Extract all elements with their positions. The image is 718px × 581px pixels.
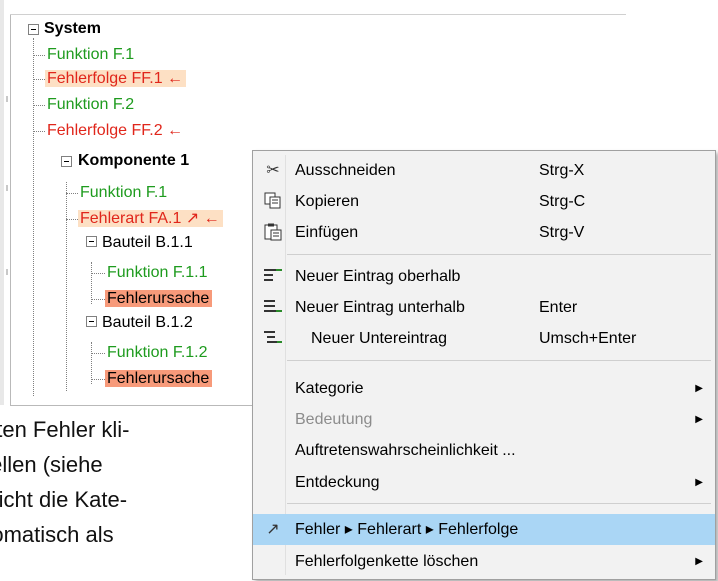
submenu-arrow-icon: ▶ [695,414,703,425]
link-arrow-icon: ↗ [266,521,280,538]
menu-item-occurrence[interactable]: Auftretenswahrscheinlichkeit ... [253,435,715,466]
menu-item-category[interactable]: Kategorie ▶ [253,373,715,404]
tree-node-part[interactable]: Bauteil B.1.1 [100,232,196,254]
menu-item-new-entry-above[interactable]: Neuer Eintrag oberhalb [253,261,715,292]
tree-node-failure-cause[interactable]: Fehlerursache [105,368,213,390]
insert-below-icon [263,298,283,318]
menu-item-severity[interactable]: Bedeutung ▶ [253,404,715,435]
text-line: utomatisch als [0,522,114,547]
tree-node-function[interactable]: Funktion F.2 [45,94,137,116]
submenu-arrow-icon: ▶ [695,383,703,394]
menu-separator [287,503,711,504]
menu-item-paste[interactable]: Einfügen Strg-V [253,217,715,248]
menu-item-delete-failure-chain[interactable]: Fehlerfolgenkette löschen ▶ [253,546,715,577]
menu-separator [287,254,711,255]
tree-node-failure-mode[interactable]: Fehlerart FA.1 ↗ ← [78,208,223,230]
submenu-arrow-icon: ▶ [695,477,703,488]
text-line: stellen (siehe [0,452,103,477]
menu-item-new-entry-below[interactable]: Neuer Eintrag unterhalb Enter [253,292,715,323]
context-menu: ✂ Ausschneiden Strg-X Kopieren Strg-C Ei… [252,150,716,580]
paste-icon [263,223,283,243]
tree-node-failure-effect[interactable]: Fehlerfolge FF.2 ← [45,120,186,142]
tree-node-function[interactable]: Funktion F.1 [45,44,137,66]
tree-node-component[interactable]: Komponente 1 [76,150,192,172]
tree-node-system[interactable]: System [42,18,104,40]
tree-node-part[interactable]: Bauteil B.1.2 [100,312,196,334]
tree-node-function[interactable]: Funktion F.1.1 [105,262,211,284]
menu-item-new-subentry[interactable]: Neuer Untereintrag Umsch+Enter [253,323,715,354]
komponente-1-collapse-toggle[interactable] [61,156,72,167]
text-line: nsten Fehler kli- [0,417,130,442]
bauteil-b11-collapse-toggle[interactable] [86,236,97,247]
menu-item-cut[interactable]: ✂ Ausschneiden Strg-X [253,155,715,186]
tree-node-failure-effect[interactable]: Fehlerfolge FF.1 ← [45,68,187,90]
left-margin-strip [0,0,4,405]
menu-item-failure-chain[interactable]: ↗ Fehler ▸ Fehlerart ▸ Fehlerfolge [253,514,715,545]
submenu-arrow-icon: ▶ [695,556,703,567]
scissors-icon: ✂ [266,162,280,179]
insert-above-icon [263,267,283,287]
copy-icon [263,192,283,212]
tree-node-function[interactable]: Funktion F.1 [78,182,170,204]
document-body-text: nsten Fehler kli- stellen (siehe r nicht… [0,412,260,552]
menu-separator [287,360,711,361]
tree-node-failure-cause[interactable]: Fehlerursache [105,288,213,310]
tree-node-function[interactable]: Funktion F.1.2 [105,342,211,364]
menu-item-detection[interactable]: Entdeckung ▶ [253,467,715,498]
insert-child-icon [263,329,283,349]
text-line: r nicht die Kate- [0,487,128,512]
system-collapse-toggle[interactable] [28,24,39,35]
menu-item-copy[interactable]: Kopieren Strg-C [253,186,715,217]
bauteil-b12-collapse-toggle[interactable] [86,316,97,327]
